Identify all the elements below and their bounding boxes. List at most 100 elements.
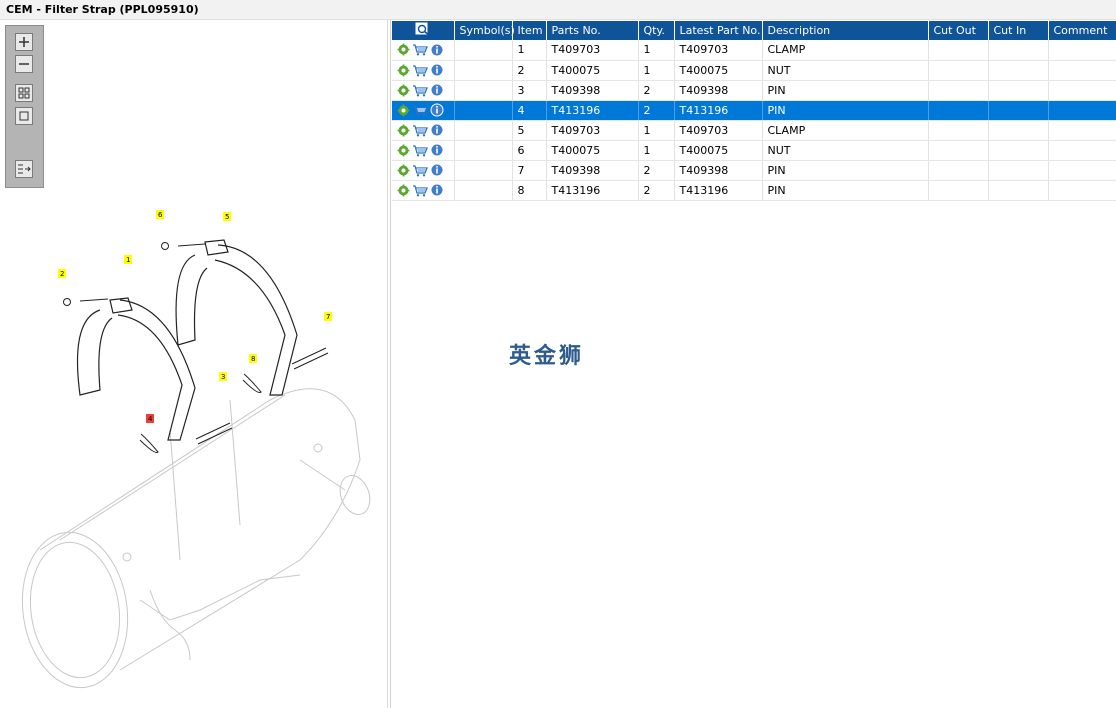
callout-label-3: 3 <box>221 373 225 381</box>
gear-icon[interactable] <box>397 184 410 197</box>
cell-comment <box>1048 140 1116 161</box>
cell-item: 2 <box>512 60 547 81</box>
zoom-in-icon <box>19 37 29 47</box>
watermark-logo: 英金狮 <box>509 344 585 369</box>
table-row[interactable]: 5 T409703 1 T409703 CLAMP <box>392 120 1116 141</box>
fit-grid-icon <box>18 87 30 99</box>
cell-qty: 2 <box>638 100 675 121</box>
cell-cut-in <box>988 160 1049 181</box>
gear-icon[interactable] <box>397 104 410 117</box>
cell-description: CLAMP <box>762 120 929 141</box>
info-icon[interactable] <box>430 183 444 197</box>
gear-icon[interactable] <box>397 144 410 157</box>
cart-icon[interactable] <box>412 184 428 197</box>
zoom-out-button[interactable] <box>15 55 33 73</box>
cell-comment <box>1048 160 1116 181</box>
callout-label-7: 7 <box>326 313 330 321</box>
column-header-parts-no[interactable]: Parts No. <box>546 21 639 40</box>
cell-description: CLAMP <box>762 40 929 61</box>
callout-label-5: 5 <box>225 213 229 221</box>
cell-item: 6 <box>512 140 547 161</box>
table-row[interactable]: 6 T400075 1 T400075 NUT <box>392 140 1116 161</box>
zoom-in-button[interactable] <box>15 33 33 51</box>
hardware-parts <box>63 242 329 453</box>
cell-parts-no: T409703 <box>546 40 639 61</box>
search-parts-icon[interactable] <box>415 22 431 36</box>
gear-icon[interactable] <box>397 84 410 97</box>
table-row[interactable]: 2 T400075 1 T400075 NUT <box>392 60 1116 81</box>
cart-icon[interactable] <box>412 164 428 177</box>
column-header-latest-part-no[interactable]: Latest Part No. <box>674 21 763 40</box>
info-icon[interactable] <box>430 103 444 117</box>
diagram-panel[interactable]: 1 2 3 4 5 6 7 8 <box>0 20 388 708</box>
cell-description: NUT <box>762 60 929 81</box>
parts-table: Symbol(s) Item Parts No. Qty. Latest Par… <box>392 21 1116 201</box>
row-action-icons <box>392 180 455 201</box>
row-action-icons <box>392 60 455 81</box>
export-list-button[interactable] <box>15 160 33 178</box>
callout-label-6: 6 <box>158 211 163 219</box>
column-header-qty[interactable]: Qty. <box>638 21 675 40</box>
cart-icon[interactable] <box>412 124 428 137</box>
column-header-cut-in[interactable]: Cut In <box>988 21 1049 40</box>
cell-comment <box>1048 60 1116 81</box>
cell-symbols <box>454 80 513 101</box>
cell-cut-in <box>988 120 1049 141</box>
cart-icon[interactable] <box>412 144 428 157</box>
cell-cut-in <box>988 180 1049 201</box>
cell-qty: 2 <box>638 80 675 101</box>
clamp-straps <box>76 239 298 441</box>
cell-parts-no: T409703 <box>546 120 639 141</box>
table-row[interactable]: 7 T409398 2 T409398 PIN <box>392 160 1116 181</box>
gear-icon[interactable] <box>397 124 410 137</box>
cell-latest-part-no: T409703 <box>674 40 763 61</box>
info-icon[interactable] <box>430 83 444 97</box>
table-row[interactable]: 3 T409398 2 T409398 PIN <box>392 80 1116 101</box>
cart-icon[interactable] <box>412 104 428 117</box>
gear-icon[interactable] <box>397 43 410 56</box>
cell-symbols <box>454 60 513 81</box>
info-icon[interactable] <box>430 43 444 57</box>
cell-symbols <box>454 100 513 121</box>
cell-parts-no: T400075 <box>546 60 639 81</box>
table-row[interactable]: 1 T409703 1 T409703 CLAMP <box>392 40 1116 61</box>
cell-parts-no: T413196 <box>546 180 639 201</box>
table-row[interactable]: 8 T413196 2 T413196 PIN <box>392 180 1116 201</box>
cell-description: PIN <box>762 80 929 101</box>
callout-label-8: 8 <box>251 355 255 363</box>
gear-icon[interactable] <box>397 64 410 77</box>
cell-description: PIN <box>762 160 929 181</box>
cell-qty: 1 <box>638 40 675 61</box>
column-header-item[interactable]: Item <box>512 21 547 40</box>
cell-parts-no: T409398 <box>546 160 639 181</box>
cart-icon[interactable] <box>412 43 428 56</box>
actual-size-button[interactable] <box>15 107 33 125</box>
info-icon[interactable] <box>430 63 444 77</box>
callout-label-4: 4 <box>148 415 153 423</box>
column-header-description[interactable]: Description <box>762 21 929 40</box>
diagram-toolbar <box>5 25 44 188</box>
info-icon[interactable] <box>430 143 444 157</box>
cart-icon[interactable] <box>412 64 428 77</box>
column-header-symbols[interactable]: Symbol(s) <box>454 21 515 40</box>
info-icon[interactable] <box>430 123 444 137</box>
cell-comment <box>1048 40 1116 61</box>
cell-comment <box>1048 80 1116 101</box>
cell-qty: 1 <box>638 140 675 161</box>
cart-icon[interactable] <box>412 84 428 97</box>
info-icon[interactable] <box>430 163 444 177</box>
cell-latest-part-no: T400075 <box>674 140 763 161</box>
column-header-comment[interactable]: Comment <box>1048 21 1116 40</box>
fit-grid-button[interactable] <box>15 84 33 102</box>
row-action-icons <box>392 160 455 181</box>
callout-label-1: 1 <box>126 256 130 264</box>
zoom-out-icon <box>19 63 29 65</box>
cell-cut-in <box>988 100 1049 121</box>
gear-icon[interactable] <box>397 164 410 177</box>
column-header-cut-out[interactable]: Cut Out <box>928 21 989 40</box>
table-row[interactable]: 4 T413196 2 T413196 PIN <box>392 100 1116 121</box>
cell-qty: 1 <box>638 120 675 141</box>
header-search-cell[interactable] <box>392 21 455 40</box>
cell-symbols <box>454 140 513 161</box>
cell-qty: 2 <box>638 160 675 181</box>
